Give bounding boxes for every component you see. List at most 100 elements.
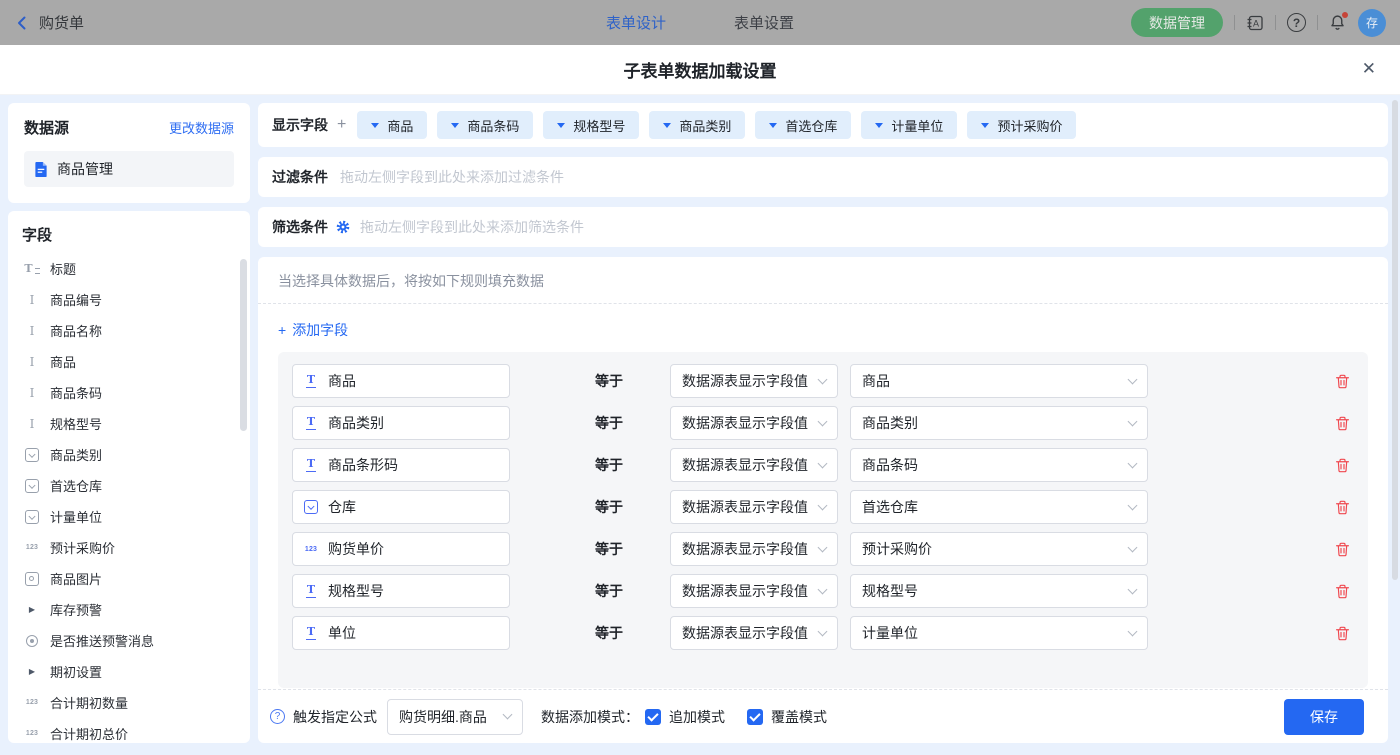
rule-target-field[interactable]: 仓库 xyxy=(292,490,510,524)
chevron-left-icon xyxy=(14,15,30,31)
delete-row-button[interactable] xyxy=(1335,626,1350,641)
rule-source-select[interactable]: 数据源表显示字段值 xyxy=(670,406,838,440)
datasource-name: 商品管理 xyxy=(57,159,113,179)
field-list-item[interactable]: 是否推送预警消息 xyxy=(22,625,244,656)
delete-row-button[interactable] xyxy=(1335,584,1350,599)
rule-operator-label: 等于 xyxy=(595,623,627,643)
avatar[interactable]: 存 xyxy=(1358,9,1386,37)
rule-source-select[interactable]: 数据源表显示字段值 xyxy=(670,448,838,482)
rule-row: 购货单价 等于 数据源表显示字段值 预计采购价 xyxy=(292,528,1354,570)
rule-target-field[interactable]: 规格型号 xyxy=(292,574,510,608)
field-list-item[interactable]: 合计期初数量 xyxy=(22,687,244,718)
notification-bell-icon[interactable] xyxy=(1329,14,1346,31)
fields-scrollbar[interactable] xyxy=(240,259,247,431)
rule-source-select[interactable]: 数据源表显示字段值 xyxy=(670,616,838,650)
display-field-tag[interactable]: 首选仓库 xyxy=(755,111,851,139)
filter-condition-bar[interactable]: 过滤条件 拖动左侧字段到此处来添加过滤条件 xyxy=(258,157,1388,197)
display-field-tag[interactable]: 预计采购价 xyxy=(967,111,1076,139)
field-list-item[interactable]: 预计采购价 xyxy=(22,532,244,563)
rule-value-select[interactable]: 商品条码 xyxy=(850,448,1148,482)
field-list-item[interactable]: 商品编号 xyxy=(22,284,244,315)
field-list-item[interactable]: 合计期初总价 xyxy=(22,718,244,743)
add-rule-field-button[interactable]: + 添加字段 xyxy=(258,304,368,340)
app-window: 购货单 表单设计 表单设置 数据管理 A ? 存 子表单数据加 xyxy=(0,0,1400,755)
field-type-icon xyxy=(303,541,319,557)
display-field-tag[interactable]: 计量单位 xyxy=(861,111,957,139)
help-circle-icon[interactable]: ? xyxy=(270,709,285,724)
rule-target-field[interactable]: 商品类别 xyxy=(292,406,510,440)
rule-operator-label: 等于 xyxy=(595,455,627,475)
back-button[interactable] xyxy=(14,15,30,31)
rule-target-field[interactable]: 购货单价 xyxy=(292,532,510,566)
topbar-tab[interactable]: 表单设置 xyxy=(734,12,794,33)
caret-down-icon xyxy=(371,123,379,128)
add-display-field-button[interactable]: + xyxy=(337,116,346,134)
rule-source-select[interactable]: 数据源表显示字段值 xyxy=(670,574,838,608)
field-type-icon xyxy=(303,457,319,473)
rule-source-select[interactable]: 数据源表显示字段值 xyxy=(670,364,838,398)
caret-down-icon xyxy=(769,123,777,128)
display-field-tag[interactable]: 规格型号 xyxy=(543,111,639,139)
mode-option[interactable]: 覆盖模式 xyxy=(747,707,827,727)
display-field-tag[interactable]: 商品 xyxy=(357,111,427,139)
save-button[interactable]: 保存 xyxy=(1284,699,1364,735)
field-list-item[interactable]: 标题 xyxy=(22,253,244,284)
change-datasource-link[interactable]: 更改数据源 xyxy=(169,118,234,137)
form-name-label: 购货单 xyxy=(39,12,84,33)
field-list-item[interactable]: 商品条码 xyxy=(22,377,244,408)
divider xyxy=(1317,15,1318,30)
rule-source-select[interactable]: 数据源表显示字段值 xyxy=(670,490,838,524)
rule-target-field[interactable]: 单位 xyxy=(292,616,510,650)
field-list-item[interactable]: 计量单位 xyxy=(22,501,244,532)
checkbox-icon[interactable] xyxy=(645,709,661,725)
field-list-item[interactable]: 期初设置 xyxy=(22,656,244,687)
rule-field-label: 商品条形码 xyxy=(328,455,398,475)
close-icon[interactable]: ✕ xyxy=(1362,59,1376,79)
rule-value-select[interactable]: 预计采购价 xyxy=(850,532,1148,566)
field-list-item[interactable]: 商品名称 xyxy=(22,315,244,346)
gear-icon[interactable] xyxy=(336,220,350,234)
page-scrollbar[interactable] xyxy=(1392,100,1398,580)
rule-row: 商品 等于 数据源表显示字段值 商品 xyxy=(292,360,1354,402)
field-type-icon xyxy=(303,415,319,431)
field-list-item[interactable]: 商品类别 xyxy=(22,439,244,470)
rule-value-select[interactable]: 商品类别 xyxy=(850,406,1148,440)
rule-value-select[interactable]: 计量单位 xyxy=(850,616,1148,650)
field-item-label: 商品名称 xyxy=(50,321,102,340)
delete-row-button[interactable] xyxy=(1335,458,1350,473)
rule-target-field[interactable]: 商品 xyxy=(292,364,510,398)
display-field-tag[interactable]: 商品类别 xyxy=(649,111,745,139)
field-list-item[interactable]: 库存预警 xyxy=(22,594,244,625)
topbar-tabs: 表单设计 表单设置 xyxy=(606,0,794,45)
delete-row-button[interactable] xyxy=(1335,542,1350,557)
delete-row-button[interactable] xyxy=(1335,374,1350,389)
rule-source-select[interactable]: 数据源表显示字段值 xyxy=(670,532,838,566)
delete-row-button[interactable] xyxy=(1335,416,1350,431)
chevron-down-icon xyxy=(1128,542,1138,552)
field-list-item[interactable]: 首选仓库 xyxy=(22,470,244,501)
help-icon[interactable]: ? xyxy=(1287,13,1306,32)
rule-value-select[interactable]: 商品 xyxy=(850,364,1148,398)
rule-source-value: 数据源表显示字段值 xyxy=(682,371,808,391)
field-list-item[interactable]: 商品 xyxy=(22,346,244,377)
rule-operator-label: 等于 xyxy=(595,497,627,517)
delete-row-button[interactable] xyxy=(1335,500,1350,515)
mode-option[interactable]: 追加模式 xyxy=(645,707,725,727)
dictionary-icon[interactable]: A xyxy=(1246,15,1264,31)
field-type-icon xyxy=(24,571,40,587)
topbar-tab[interactable]: 表单设计 xyxy=(606,12,666,33)
datasource-item[interactable]: 商品管理 xyxy=(24,151,234,187)
chevron-down-icon xyxy=(1128,416,1138,426)
display-field-tag[interactable]: 商品条码 xyxy=(437,111,533,139)
rule-target-field[interactable]: 商品条形码 xyxy=(292,448,510,482)
field-list-item[interactable]: 规格型号 xyxy=(22,408,244,439)
field-list-item[interactable]: 商品图片 xyxy=(22,563,244,594)
checkbox-icon[interactable] xyxy=(747,709,763,725)
plus-icon: + xyxy=(278,322,286,338)
field-type-icon xyxy=(303,499,319,515)
rule-value-select[interactable]: 首选仓库 xyxy=(850,490,1148,524)
rule-value-select[interactable]: 规格型号 xyxy=(850,574,1148,608)
sift-condition-bar[interactable]: 筛选条件 拖动左侧字段到此处来添加筛选条件 xyxy=(258,207,1388,247)
trigger-formula-select[interactable]: 购货明细.商品 xyxy=(387,699,523,735)
data-manage-button[interactable]: 数据管理 xyxy=(1131,8,1223,37)
